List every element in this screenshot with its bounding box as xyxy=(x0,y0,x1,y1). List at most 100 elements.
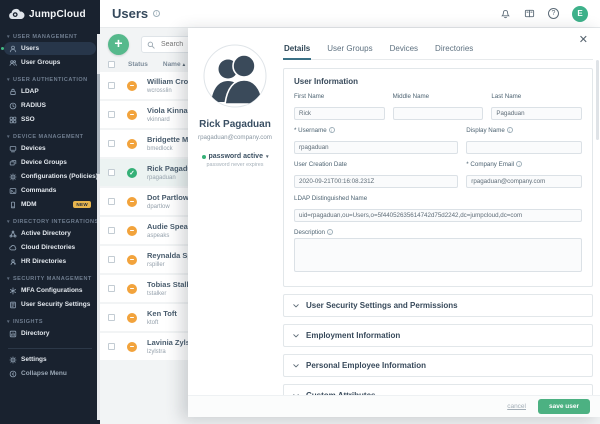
sidebar: JumpCloud User Management Users User Group… xyxy=(0,0,100,424)
accordion-employment-information[interactable]: Employment Information xyxy=(283,324,593,347)
sidebar-section-label[interactable]: Directory Integrations xyxy=(7,219,93,225)
row-checkbox[interactable] xyxy=(108,111,115,118)
tab-devices[interactable]: Devices xyxy=(389,44,419,59)
sidebar-item-label: User Security Settings xyxy=(21,301,90,308)
row-user-login: ktoft xyxy=(147,320,177,326)
company-email-field[interactable] xyxy=(466,175,582,188)
user-detail-panel: Rick Pagaduan rpagaduan@company.com pass… xyxy=(188,28,600,417)
middle-name-label: Middle Name xyxy=(393,93,484,100)
sidebar-section-label[interactable]: Device Management xyxy=(7,134,93,140)
sso-icon xyxy=(9,116,17,124)
sidebar-divider xyxy=(8,348,92,349)
row-checkbox[interactable] xyxy=(108,227,115,234)
cloud-logo-icon xyxy=(8,8,25,20)
row-checkbox[interactable] xyxy=(108,314,115,321)
tab-details[interactable]: Details xyxy=(283,44,311,60)
sidebar-item-label: User Groups xyxy=(21,59,60,66)
bell-icon[interactable] xyxy=(500,8,511,19)
sidebar-scrollbar-thumb[interactable] xyxy=(97,74,100,174)
search-icon xyxy=(147,41,155,49)
account-avatar[interactable]: E xyxy=(572,6,588,22)
description-label: Description xyxy=(294,229,325,236)
cancel-button[interactable]: cancel xyxy=(507,403,526,410)
accordion-user-security-settings-and-permissions[interactable]: User Security Settings and Permissions xyxy=(283,294,593,317)
column-name[interactable]: Name xyxy=(163,61,185,68)
sidebar-item-hr-directories[interactable]: HR Directories xyxy=(4,255,96,268)
panel-scrollbar[interactable] xyxy=(596,60,599,140)
status-warning-icon xyxy=(127,110,137,120)
jumpcloud-logo[interactable]: JumpCloud xyxy=(0,0,100,26)
sidebar-section-label[interactable]: Security Management xyxy=(7,276,93,282)
new-badge: NEW xyxy=(73,201,91,208)
first-name-field[interactable] xyxy=(294,107,385,120)
accordion-label: Employment Information xyxy=(306,331,400,340)
sidebar-item-label: Active Directory xyxy=(21,230,71,237)
row-checkbox[interactable] xyxy=(108,140,115,147)
password-status-dropdown[interactable]: password active xyxy=(188,153,282,160)
sidebar-item-users[interactable]: Users xyxy=(4,42,96,55)
sidebar-item-sso[interactable]: SSO xyxy=(4,113,96,126)
sidebar-item-label: Collapse Menu xyxy=(21,370,67,377)
sidebar-item-commands[interactable]: Commands xyxy=(4,184,96,197)
sidebar-item-configurations-policies[interactable]: Configurations (Policies) xyxy=(4,170,96,183)
cloud-directories-icon xyxy=(9,244,17,252)
sidebar-item-devices[interactable]: Devices xyxy=(4,142,96,155)
sidebar-section-label[interactable]: User Management xyxy=(7,34,93,40)
username-field[interactable] xyxy=(294,141,458,154)
sidebar-item-cloud-directories[interactable]: Cloud Directories xyxy=(4,241,96,254)
help-icon[interactable] xyxy=(548,8,559,19)
sidebar-section-label[interactable]: User Authentication xyxy=(7,77,93,83)
sidebar-item-mdm[interactable]: MDMNEW xyxy=(4,198,96,211)
select-all-checkbox[interactable] xyxy=(108,61,115,68)
sidebar-item-radius[interactable]: RADIUS xyxy=(4,99,96,112)
tab-directories[interactable]: Directories xyxy=(434,44,474,59)
row-checkbox[interactable] xyxy=(108,343,115,350)
last-name-label: Last Name xyxy=(491,93,582,100)
user-avatar xyxy=(203,44,267,108)
sidebar-item-active-directory[interactable]: Active Directory xyxy=(4,227,96,240)
row-checkbox[interactable] xyxy=(108,256,115,263)
sidebar-item-mfa-configurations[interactable]: MFA Configurations xyxy=(4,284,96,297)
status-warning-icon xyxy=(127,226,137,236)
row-user-name: Ken Toft xyxy=(147,309,177,318)
sidebar-item-ldap[interactable]: LDAP xyxy=(4,85,96,98)
sidebar-item-user-security-settings[interactable]: User Security Settings xyxy=(4,298,96,311)
row-checkbox[interactable] xyxy=(108,169,115,176)
last-name-field[interactable] xyxy=(491,107,582,120)
sidebar-item-directory[interactable]: Directory xyxy=(4,327,96,340)
row-checkbox[interactable] xyxy=(108,285,115,292)
title-info-icon[interactable]: i xyxy=(153,10,160,17)
add-user-button[interactable] xyxy=(108,34,129,55)
first-name-label: First Name xyxy=(294,93,385,100)
row-checkbox[interactable] xyxy=(108,82,115,89)
ldap-icon xyxy=(9,88,17,96)
column-status: Status xyxy=(128,61,148,68)
accordion-label: User Security Settings and Permissions xyxy=(306,301,458,310)
sidebar-item-user-groups[interactable]: User Groups xyxy=(4,56,96,69)
sidebar-scrollbar[interactable] xyxy=(97,34,100,420)
sidebar-item-label: HR Directories xyxy=(21,258,66,265)
sidebar-section-label[interactable]: Insights xyxy=(7,319,93,325)
display-name-label: Display Name xyxy=(466,127,505,134)
sidebar-item-label: Configurations (Policies) xyxy=(21,173,98,180)
directory-icon xyxy=(9,330,17,338)
display-name-field[interactable] xyxy=(466,141,582,154)
resources-icon[interactable] xyxy=(524,8,535,19)
username-label: * Username xyxy=(294,127,327,134)
tab-user-groups[interactable]: User Groups xyxy=(326,44,373,59)
settings-icon xyxy=(9,356,17,364)
panel-user-name: Rick Pagaduan xyxy=(188,119,282,130)
middle-name-field[interactable] xyxy=(393,107,484,120)
sidebar-item-collapse-menu[interactable]: Collapse Menu xyxy=(4,367,96,380)
sidebar-item-label: Commands xyxy=(21,187,56,194)
sidebar-item-settings[interactable]: Settings xyxy=(4,353,96,366)
row-checkbox[interactable] xyxy=(108,198,115,205)
sidebar-item-device-groups[interactable]: Device Groups xyxy=(4,156,96,169)
info-icon: i xyxy=(329,127,335,133)
sidebar-nav: User Management Users User Groups User Auth… xyxy=(0,34,100,380)
description-field[interactable] xyxy=(294,238,582,272)
save-user-button[interactable]: save user xyxy=(538,399,590,414)
accordion-personal-employee-information[interactable]: Personal Employee Information xyxy=(283,354,593,377)
status-warning-icon xyxy=(127,81,137,91)
status-warning-icon xyxy=(127,342,137,352)
